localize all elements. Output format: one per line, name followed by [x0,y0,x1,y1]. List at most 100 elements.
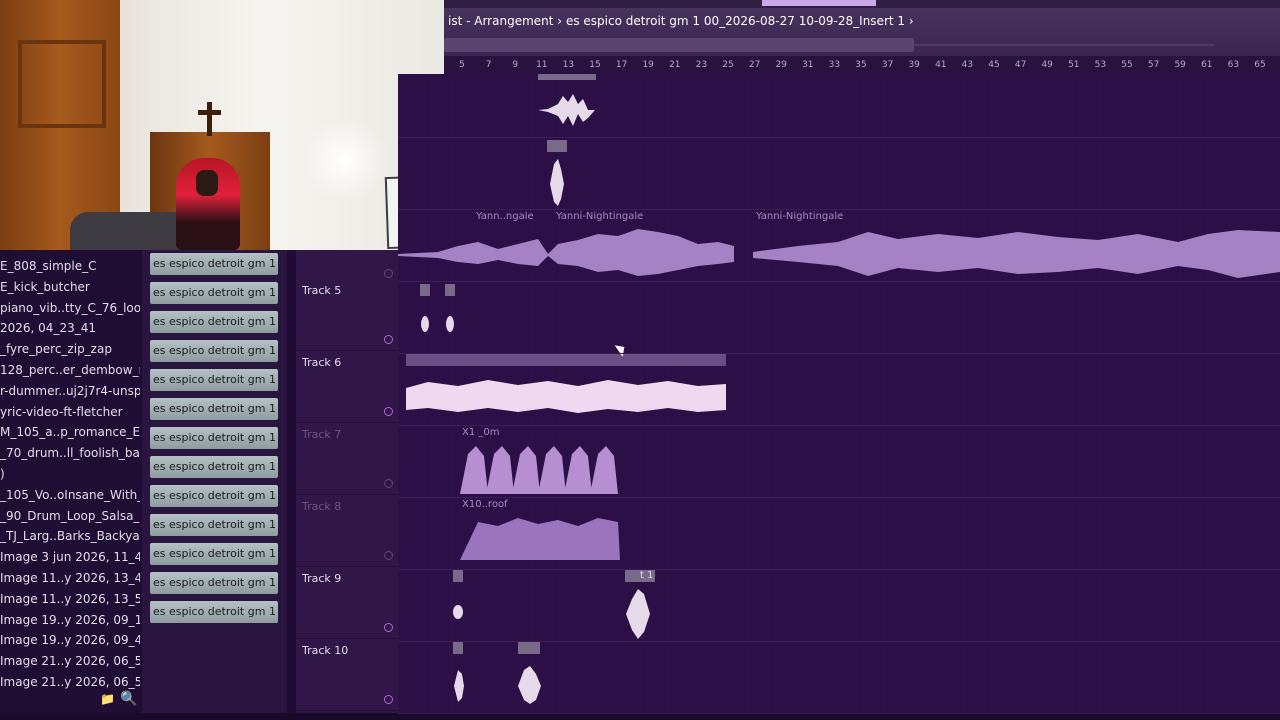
browser-item[interactable]: M_105_a..p_romance_Emin [0,422,140,442]
track-name[interactable]: Track 10 [302,644,348,657]
track-name[interactable]: Track 6 [302,356,341,369]
browser-item[interactable]: Image 3 jun 2026, 11_40_23 [0,547,140,567]
ruler-tick: 39 [908,60,920,70]
clip-yanni [398,229,1280,278]
clip-track8 [460,518,620,560]
ruler-tick: 17 [615,60,628,70]
clip-label-yanni-1[interactable]: Yann..ngale [476,211,534,222]
browser-item[interactable]: _fyre_perc_zip_zap [0,339,140,359]
track-mute-icon[interactable] [384,269,393,278]
webcam-face [196,170,218,196]
clip-track6 [406,354,726,413]
browser-item[interactable]: _70_drum..ll_foolish_bakes [0,443,140,463]
track-name[interactable]: Track 7 [302,428,341,441]
clip-label-x10[interactable]: X10..roof [462,499,508,510]
track-header[interactable]: Track 10 [296,640,398,711]
ruler-tick: 55 [1121,60,1133,70]
browser-item[interactable]: Image 21..y 2026, 06_57_02 [0,672,140,692]
track-mute-icon[interactable] [384,335,393,344]
window-title: ist - Arrangement › es espico detroit gm… [448,14,914,28]
clip-track5 [420,284,455,332]
browser-item[interactable]: piano_vib..tty_C_76_loop18 [0,298,140,318]
clip-source-button[interactable]: es espico detroit gm 1 00... [150,369,278,391]
browser-item[interactable]: ) [0,464,140,484]
clip-source-button[interactable]: es espico detroit gm 1 00... [150,282,278,304]
clip-source-button[interactable]: es espico detroit gm 1 00... [150,572,278,594]
clip-source-button[interactable]: es espico detroit gm 1 00... [150,543,278,565]
lane-divider [398,497,1280,498]
clip-label-yanni-3[interactable]: Yanni-Nightingale [756,211,843,222]
browser-item[interactable]: Image 21..y 2026, 06_55_37 [0,651,140,671]
browser-item[interactable]: _TJ_Larg..Barks_Backyard_2 [0,526,140,546]
ruler-tick: 59 [1174,60,1186,70]
ruler-tick: 23 [695,60,708,70]
browser-item[interactable]: E_kick_butcher [0,277,140,297]
ruler-tick: 47 [1014,60,1027,70]
browser-item[interactable]: Image 11..y 2026, 13_50_35 [0,589,140,609]
browser-item[interactable]: 128_perc..er_dembow_ritmo [0,360,140,380]
chevron-right-icon: › [557,14,563,28]
ruler-tick: 57 [1147,60,1160,70]
clip-source-button[interactable]: es espico detroit gm 1 00... [150,485,278,507]
clip-source-button[interactable]: es espico detroit gm 1 00... [150,514,278,536]
track-mute-icon[interactable] [384,479,393,488]
lane-divider [398,281,1280,282]
browser-item[interactable]: r-dummer..uj2j7r4-unsplash [0,381,140,401]
lane-divider [398,353,1280,354]
lane-divider [398,569,1280,570]
ruler-tick: 11 [536,60,548,70]
browser-item[interactable]: E_808_simple_C [0,256,140,276]
track-header[interactable]: Track 5 [296,280,398,351]
horizontal-scrollbar[interactable] [444,38,914,52]
chevron-right-icon[interactable]: › [909,14,914,28]
ruler-tick: 19 [642,60,654,70]
webcam-overlay [0,0,444,250]
clip-track9 [453,570,655,639]
ruler-tick: 25 [722,60,734,70]
clip-source-button[interactable]: es espico detroit gm 1 00... [150,427,278,449]
track-name[interactable]: Track 8 [302,500,341,513]
track-mute-icon[interactable] [384,623,393,632]
ruler-tick: 37 [881,60,894,70]
clip-track10 [453,642,541,704]
browser-item[interactable]: _90_Drum_Loop_Salsa_G# [0,506,140,526]
track-name[interactable]: Track 9 [302,572,341,585]
browser-item[interactable]: yric-video-ft-fletcher [0,402,140,422]
track-mute-icon[interactable] [384,407,393,416]
title-file[interactable]: es espico detroit gm 1 00_2026-08-27 10-… [566,14,905,28]
ruler-tick: 49 [1041,60,1053,70]
clip-source-button[interactable]: es espico detroit gm 1 00... [150,456,278,478]
ruler-tick: 27 [748,60,761,70]
ruler-tick: 9 [512,60,519,70]
clip-source-button[interactable]: es espico detroit gm 1 00... [150,253,278,275]
track-mute-icon[interactable] [384,551,393,560]
browser-item[interactable]: Image 11..y 2026, 13_40_12 [0,568,140,588]
folder-icon[interactable]: 📁 [100,692,115,706]
search-icon[interactable]: 🔍 [120,691,137,707]
file-browser: E_808_simple_C E_kick_butcher piano_vib..t… [0,250,140,715]
browser-item[interactable]: 2026, 04_23_41 [0,318,140,338]
playlist-clips[interactable] [398,74,1280,713]
ruler-tick: 33 [828,60,841,70]
clip-label-yanni-2[interactable]: Yanni-Nightingale [556,211,643,222]
track-header[interactable]: Track 6 [296,352,398,423]
track-header[interactable]: Track 8 [296,496,398,567]
ruler-tick: 51 [1068,60,1080,70]
browser-item[interactable]: Image 19..y 2026, 09_14_35 [0,610,140,630]
clip-source-button[interactable]: es espico detroit gm 1 00... [150,340,278,362]
clip-source-button[interactable]: es espico detroit gm 1 00... [150,311,278,333]
track-header[interactable]: Track 9 [296,568,398,639]
clip-label-x1[interactable]: X1 _0m [462,427,500,438]
clip-label-t1[interactable]: t 1 [640,570,653,581]
clip-source-button[interactable]: es espico detroit gm 1 00... [150,398,278,420]
track-header[interactable]: Track 7 [296,424,398,495]
clip-source-button[interactable]: es espico detroit gm 1 00... [150,601,278,623]
browser-item[interactable]: Image 19..y 2026, 09_43_53 [0,630,140,650]
track-name[interactable]: Track 5 [302,284,341,297]
track-mute-icon[interactable] [384,695,393,704]
lane-divider [398,713,1280,714]
browser-item[interactable]: _105_Vo..oInsane_With_Fm [0,485,140,505]
timeline-ruler[interactable]: 5 7 9 11 13 15 17 19 21 23 25 27 29 31 33 35 37 39 41 43 45 4… [444,56,1280,75]
scrollbar-track[interactable] [914,44,1214,46]
ruler-tick: 7 [485,60,492,70]
